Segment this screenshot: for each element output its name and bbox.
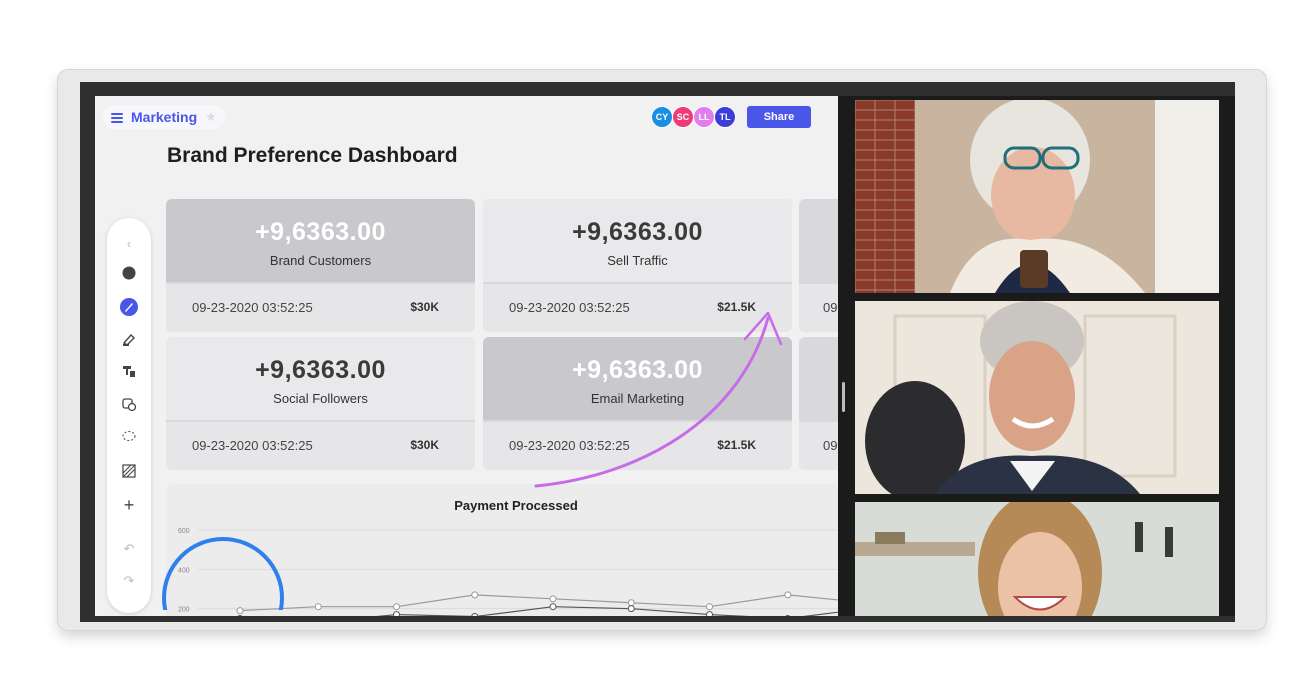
shapes-icon[interactable] bbox=[118, 393, 140, 415]
card-date: 09-23-2020 03:52:25 bbox=[509, 438, 630, 453]
share-button[interactable]: Share bbox=[747, 106, 811, 128]
data-point bbox=[393, 611, 400, 616]
video-call-panel bbox=[838, 96, 1235, 652]
stat-card-partial[interactable]: 09 bbox=[799, 337, 838, 470]
avatar[interactable]: CY bbox=[651, 106, 673, 128]
stat-card[interactable]: +9,6363.00 Sell Traffic 09-23-2020 03:52… bbox=[483, 199, 792, 332]
card-date-fragment: 09 bbox=[823, 438, 838, 453]
board-title-pill[interactable]: Marketing ★ bbox=[103, 105, 225, 129]
data-point bbox=[549, 595, 557, 603]
y-tick-label: 400 bbox=[178, 567, 190, 574]
panel-resize-handle[interactable] bbox=[842, 382, 845, 412]
data-point bbox=[314, 603, 322, 611]
stat-card[interactable]: +9,6363.00 Social Followers 09-23-2020 0… bbox=[166, 337, 475, 470]
card-amount: $30K bbox=[410, 300, 439, 314]
data-point bbox=[237, 615, 243, 616]
menu-icon[interactable] bbox=[111, 112, 123, 123]
whiteboard-screen: Marketing ★ CY SC LL TL Share Brand Pref… bbox=[95, 96, 838, 616]
card-amount: $21.5K bbox=[717, 438, 756, 452]
stat-card-partial[interactable]: 09 bbox=[799, 199, 838, 332]
y-tick-label: 600 bbox=[178, 528, 190, 535]
back-icon[interactable]: ‹ bbox=[118, 232, 140, 254]
stat-card[interactable]: +9,6363.00 Brand Customers 09-23-2020 03… bbox=[166, 199, 475, 332]
data-point bbox=[706, 603, 713, 611]
color-dot-icon[interactable] bbox=[118, 262, 140, 284]
card-label: Sell Traffic bbox=[607, 253, 668, 268]
redo-icon[interactable]: ↷ bbox=[118, 570, 140, 592]
data-point bbox=[471, 591, 479, 599]
undo-icon[interactable]: ↶ bbox=[118, 538, 140, 560]
series-line bbox=[376, 606, 838, 616]
text-icon[interactable] bbox=[118, 360, 140, 382]
card-date: 09-23-2020 03:52:25 bbox=[192, 300, 313, 315]
data-point bbox=[627, 599, 635, 607]
card-label: Email Marketing bbox=[590, 391, 685, 406]
card-label: Brand Customers bbox=[269, 253, 372, 268]
card-value: +9,6363.00 bbox=[572, 218, 703, 246]
payment-chart-card[interactable]: Payment Processed 600 400 200 bbox=[166, 484, 838, 616]
stat-card[interactable]: +9,6363.00 Email Marketing 09-23-2020 03… bbox=[483, 337, 792, 470]
avatar[interactable]: LL bbox=[693, 106, 715, 128]
participant-video[interactable] bbox=[855, 301, 1219, 494]
add-icon[interactable]: + bbox=[118, 494, 140, 516]
card-amount: $21.5K bbox=[717, 300, 756, 314]
y-tick-label: 200 bbox=[178, 607, 190, 614]
highlighter-icon[interactable] bbox=[118, 328, 140, 350]
participant-video[interactable] bbox=[855, 100, 1219, 293]
lasso-icon[interactable] bbox=[118, 426, 140, 448]
card-date-fragment: 09 bbox=[823, 300, 838, 315]
data-point bbox=[627, 605, 635, 613]
card-label: Social Followers bbox=[273, 391, 368, 406]
data-point bbox=[706, 611, 713, 616]
star-icon[interactable]: ★ bbox=[205, 109, 217, 125]
pen-icon[interactable] bbox=[118, 296, 140, 318]
data-point bbox=[471, 613, 479, 616]
data-point bbox=[785, 615, 791, 616]
card-value: +9,6363.00 bbox=[255, 356, 386, 384]
data-point bbox=[549, 603, 557, 611]
card-date: 09-23-2020 03:52:25 bbox=[509, 300, 630, 315]
card-date: 09-23-2020 03:52:25 bbox=[192, 438, 313, 453]
data-point bbox=[393, 603, 400, 611]
data-point bbox=[236, 607, 244, 615]
line-chart: 600 400 200 bbox=[178, 528, 838, 616]
participant-video[interactable] bbox=[855, 502, 1219, 695]
page-title: Brand Preference Dashboard bbox=[167, 144, 458, 167]
board-name: Marketing bbox=[131, 109, 198, 125]
drawing-toolbar: ‹ + ↶ ↷ bbox=[107, 218, 151, 613]
data-point bbox=[784, 591, 792, 599]
avatar[interactable]: SC bbox=[672, 106, 694, 128]
card-value: +9,6363.00 bbox=[572, 356, 703, 384]
pattern-icon[interactable] bbox=[118, 460, 140, 482]
avatar[interactable]: TL bbox=[714, 106, 736, 128]
card-amount: $30K bbox=[410, 438, 439, 452]
card-value: +9,6363.00 bbox=[255, 218, 386, 246]
